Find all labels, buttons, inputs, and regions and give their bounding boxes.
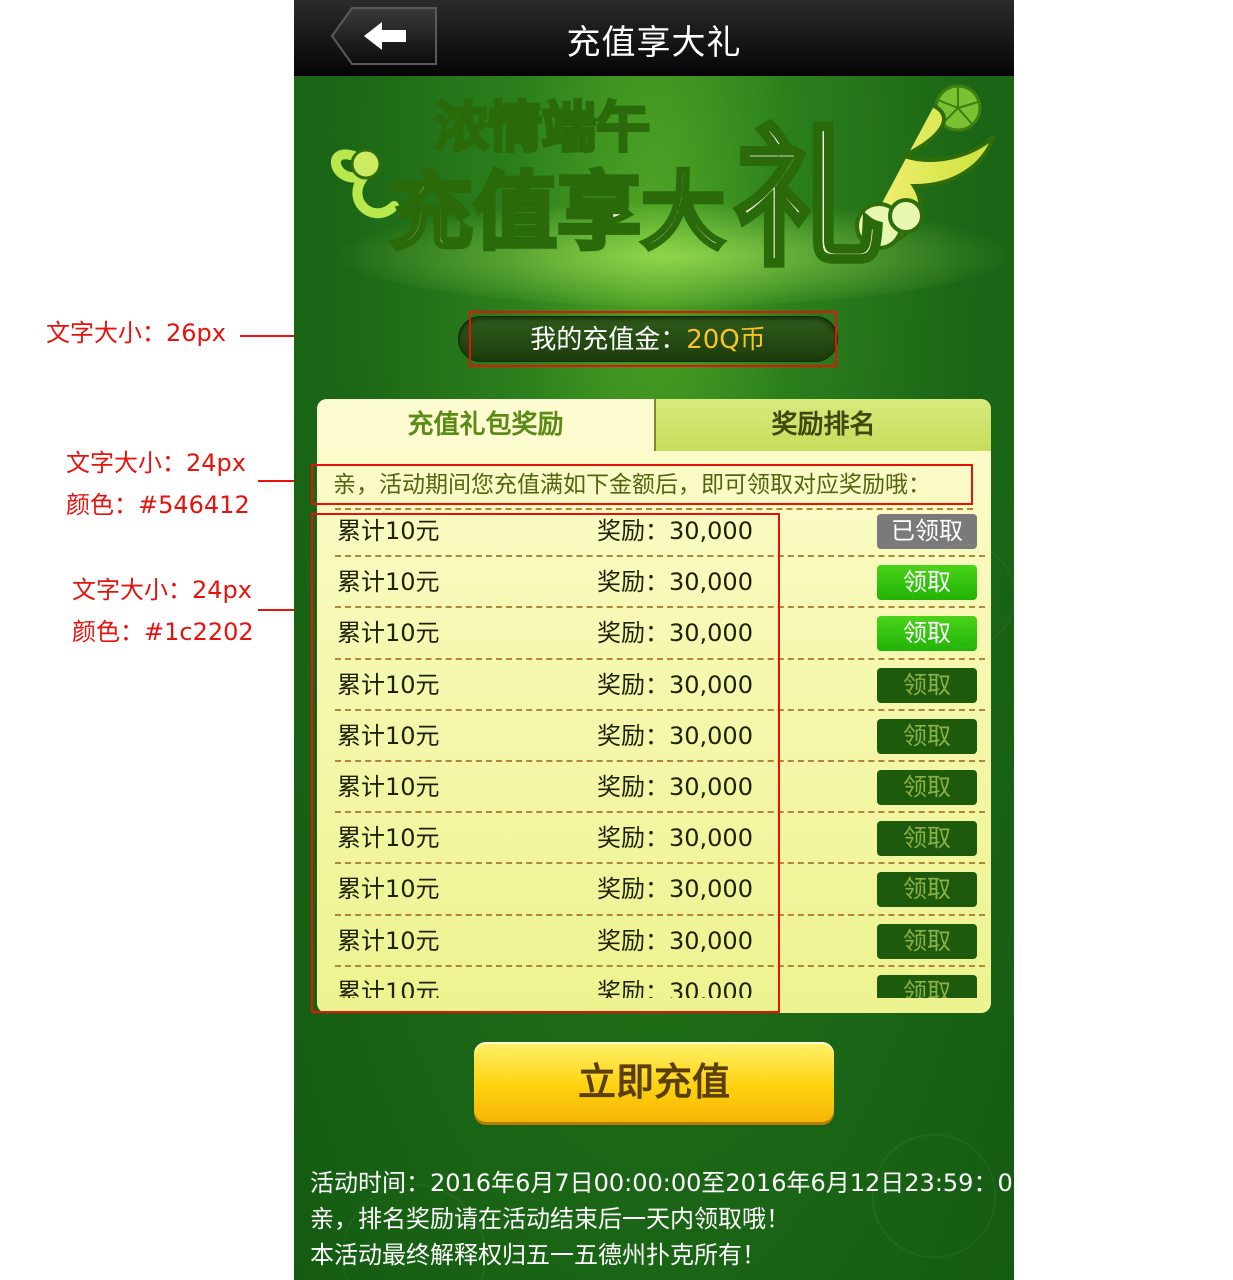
tip-label: 亲，活动期间您充值满如下金额后，即可领取对应奖励哦： <box>333 472 931 498</box>
tab-ranking[interactable]: 奖励排名 <box>654 399 991 451</box>
banner-subtitle: 浓情端午 <box>434 96 650 159</box>
banner-title: 充值享大 <box>389 163 725 261</box>
phone-screen: 充值享大礼 浓情端午 充值享大 礼 我的充值金：20Q币 充值礼包奖励 奖励排名… <box>294 0 1014 1280</box>
reward-amount: 累计10元 <box>337 619 440 648</box>
reward-row: 累计10元 奖励：30,000 领取 <box>335 916 985 967</box>
reward-row: 累计10元 奖励：30,000 领取 <box>335 813 985 865</box>
reward-value: 奖励：30,000 <box>597 670 753 699</box>
reward-value: 奖励：30,000 <box>597 875 753 904</box>
claim-button[interactable]: 领取 <box>877 667 977 703</box>
balance-value: 20Q币 <box>686 325 766 355</box>
tab-recharge-gift[interactable]: 充值礼包奖励 <box>317 399 654 451</box>
reward-value: 奖励：30,000 <box>597 824 753 853</box>
reward-amount: 累计10元 <box>337 926 440 955</box>
reward-row: 累计10元 奖励：30,000 领取 <box>335 660 985 711</box>
claim-button[interactable]: 领取 <box>877 565 977 601</box>
reward-amount: 累计10元 <box>337 670 440 699</box>
reward-value: 奖励：30,000 <box>597 977 753 998</box>
claim-button[interactable]: 领取 <box>877 872 977 908</box>
reward-amount: 累计10元 <box>337 517 440 545</box>
reward-row: 累计10元 奖励：30,000 领取 <box>335 608 985 660</box>
reward-row: 累计10元 奖励：30,000 领取 <box>335 711 985 762</box>
top-bar: 充值享大礼 <box>294 0 1014 76</box>
reward-value: 奖励：30,000 <box>597 568 753 597</box>
reward-amount: 累计10元 <box>337 721 440 750</box>
claim-button[interactable]: 领取 <box>877 616 977 652</box>
page-title: 充值享大礼 <box>566 23 742 63</box>
activity-footer: 活动时间：2016年6月7日00:00:00至2016年6月12日23:59：0… <box>310 1165 1014 1273</box>
reward-amount: 累计10元 <box>337 977 440 998</box>
annotation-tip-font: 文字大小：24px <box>66 449 246 477</box>
claim-button[interactable]: 领取 <box>877 821 977 857</box>
reward-value: 奖励：30,000 <box>597 619 753 648</box>
claim-button[interactable]: 领取 <box>877 974 977 998</box>
annotation-list-color: 颜色：#1c2202 <box>72 618 254 646</box>
reward-value: 奖励：30,000 <box>597 772 753 801</box>
claim-button[interactable]: 已领取 <box>877 514 977 549</box>
recharge-now-button[interactable]: 立即充值 <box>474 1042 834 1122</box>
promo-banner: 浓情端午 充值享大 礼 <box>294 76 1014 306</box>
claim-button[interactable]: 领取 <box>877 718 977 754</box>
reward-amount: 累计10元 <box>337 875 440 904</box>
reward-row: 累计10元 奖励：30,000 领取 <box>335 762 985 814</box>
reward-value: 奖励：30,000 <box>597 926 753 955</box>
design-spec-canvas: 文字大小：26px 文字大小：24px 颜色：#546412 文字大小：24px… <box>0 0 1233 1280</box>
reward-list: 累计10元 奖励：30,000 已领取 累计10元 奖励：30,000 领取 累计10元 奖励… <box>335 506 985 998</box>
reward-row: 累计10元 奖励：30,000 领取 <box>335 967 985 998</box>
claim-button[interactable]: 领取 <box>877 923 977 959</box>
reward-value: 奖励：30,000 <box>597 721 753 750</box>
reward-value: 奖励：30,000 <box>597 517 753 545</box>
annotation-balance-font: 文字大小：26px <box>46 319 226 347</box>
recharge-balance: 我的充值金：20Q币 <box>458 316 838 362</box>
reward-row: 累计10元 奖励：30,000 领取 <box>335 864 985 916</box>
tab-bar: 充值礼包奖励 奖励排名 <box>317 399 991 451</box>
annotation-tip-color: 颜色：#546412 <box>66 491 250 519</box>
reward-row: 累计10元 奖励：30,000 已领取 <box>335 506 985 558</box>
reward-amount: 累计10元 <box>337 568 440 597</box>
reward-amount: 累计10元 <box>337 772 440 801</box>
banner-big-char: 礼 <box>734 113 884 287</box>
annotation-list-font: 文字大小：24px <box>72 576 252 604</box>
rights-note: 本活动最终解释权归五一五德州扑克所有！ <box>310 1241 766 1269</box>
ranking-note: 亲，排名奖励请在活动结束后一天内领取哦！ <box>310 1205 790 1233</box>
reward-panel: 充值礼包奖励 奖励排名 亲，活动期间您充值满如下金额后，即可领取对应奖励哦： 累… <box>317 399 991 1013</box>
reward-amount: 累计10元 <box>337 824 440 853</box>
balance-label: 我的充值金： <box>530 325 687 355</box>
reward-row: 累计10元 奖励：30,000 领取 <box>335 557 985 609</box>
activity-time: 活动时间：2016年6月7日00:00:00至2016年6月12日23:59：0… <box>310 1169 1014 1197</box>
claim-button[interactable]: 领取 <box>877 769 977 805</box>
